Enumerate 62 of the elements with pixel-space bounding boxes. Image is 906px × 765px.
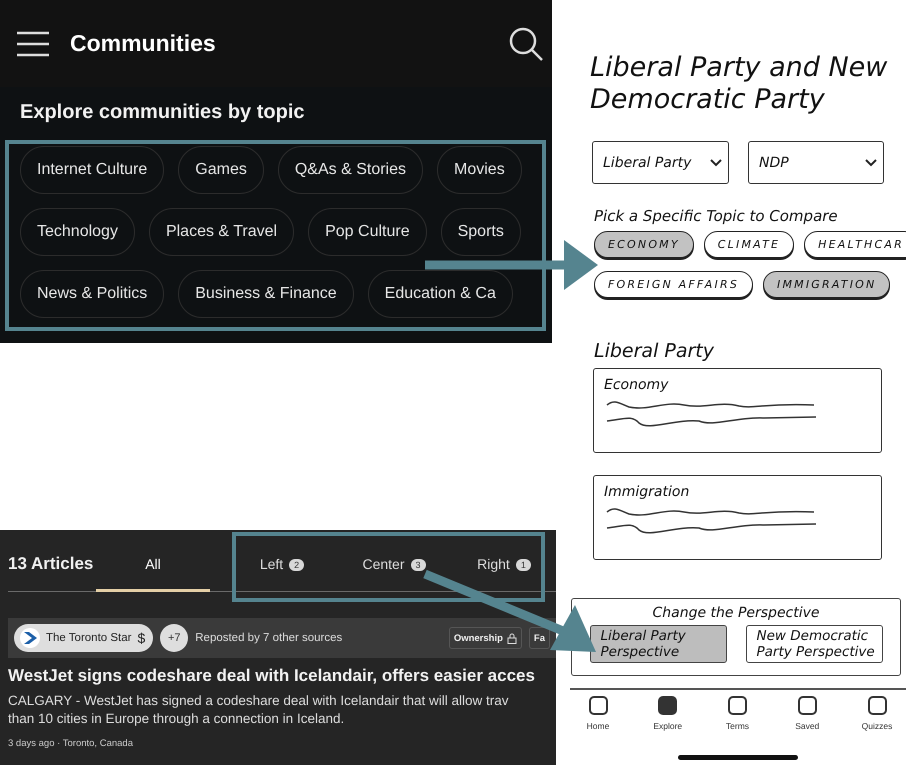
source-name: The Toronto Star: [46, 632, 132, 644]
party-select[interactable]: NDP: [748, 141, 884, 184]
nav-label[interactable]: Home: [586, 721, 610, 731]
ownership-button[interactable]: Ownership: [448, 627, 522, 649]
perspective-button[interactable]: New Democratic Party Perspective: [746, 625, 882, 663]
topic-chip[interactable]: ECONOMY: [594, 231, 694, 258]
article-meta: 3 days ago · Toronto, Canada: [8, 738, 134, 749]
paid-mark: $: [137, 630, 146, 646]
topic-chip[interactable]: Movies: [437, 146, 522, 194]
topic-chip[interactable]: Pop Culture: [308, 208, 427, 256]
topic-chip[interactable]: Business & Finance: [178, 270, 354, 318]
filter-tab[interactable]: Left 2: [230, 530, 334, 592]
topic-chip[interactable]: Games: [178, 146, 264, 194]
nav-label[interactable]: Explore: [653, 721, 682, 731]
party-heading: Liberal Party: [594, 340, 715, 362]
nav-icon[interactable]: [798, 696, 817, 715]
repost-note: Reposted by 7 other sources: [195, 632, 344, 644]
section-title: Explore communities by topic: [20, 101, 306, 124]
search-icon[interactable]: [508, 26, 544, 62]
topic-chip[interactable]: Internet Culture: [20, 146, 164, 194]
nav-icon[interactable]: [728, 696, 747, 715]
nav-label[interactable]: Saved: [795, 721, 820, 731]
article-summary: CALGARY - WestJet has signed a codeshare deal with Icelandair that will allow trav than 10 cities in Europe through a connection in Iceland.: [8, 692, 510, 728]
screen-title: Communities: [70, 30, 217, 57]
party-select[interactable]: Liberal Party: [592, 141, 729, 184]
lock-icon: [506, 632, 517, 644]
more-sources-count[interactable]: +7: [160, 624, 188, 652]
nav-icon[interactable]: [658, 696, 678, 715]
filter-tab[interactable]: Center 3: [334, 530, 454, 592]
nav-label[interactable]: Quizzes: [862, 721, 892, 731]
filter-tab[interactable]: All: [96, 530, 210, 592]
topic-chip[interactable]: IMMIGRATION: [763, 271, 890, 298]
count-badge: 3: [410, 559, 426, 571]
source-chip[interactable]: The Toronto Star $: [14, 624, 154, 652]
nav-icon[interactable]: [588, 696, 608, 715]
source-logo-icon: [20, 628, 40, 648]
page-title: Liberal Party and New Democratic Party: [590, 52, 888, 116]
card-title: Immigration: [604, 484, 690, 500]
perspective-title: Change the Perspective: [652, 605, 820, 621]
article-headline[interactable]: WestJet signs codeshare deal with Icelandair, offers easier acces: [8, 666, 556, 686]
topic-chip[interactable]: Q&As & Stories: [278, 146, 424, 194]
filter-tab[interactable]: Right 1: [454, 530, 554, 592]
topic-chip[interactable]: Sports: [440, 208, 521, 256]
nav-label[interactable]: Terms: [726, 721, 750, 731]
topic-chip[interactable]: News & Politics: [20, 270, 164, 318]
topic-label: Pick a Specific Topic to Compare: [594, 207, 839, 225]
topic-chip[interactable]: HEALTHCAR: [804, 231, 906, 258]
nav-icon[interactable]: [868, 696, 886, 715]
chevron-down-icon: [865, 158, 877, 166]
count-badge: 1: [516, 559, 531, 571]
count-badge: 2: [289, 559, 304, 571]
chevron-down-icon: [710, 158, 722, 166]
topic-chip[interactable]: Places & Travel: [148, 208, 294, 256]
topic-chip[interactable]: CLIMATE: [704, 231, 794, 258]
topic-chip[interactable]: Technology: [20, 208, 135, 256]
menu-icon[interactable]: [16, 30, 50, 56]
topic-chip[interactable]: Education & Ca: [368, 270, 513, 318]
perspective-button[interactable]: Liberal Party Perspective: [590, 625, 726, 663]
topic-chip[interactable]: FOREIGN AFFAIRS: [594, 271, 754, 298]
articles-count: 13 Articles: [8, 553, 94, 575]
ownership-button[interactable]: Fa: [528, 627, 550, 649]
card-title: Economy: [604, 377, 670, 393]
